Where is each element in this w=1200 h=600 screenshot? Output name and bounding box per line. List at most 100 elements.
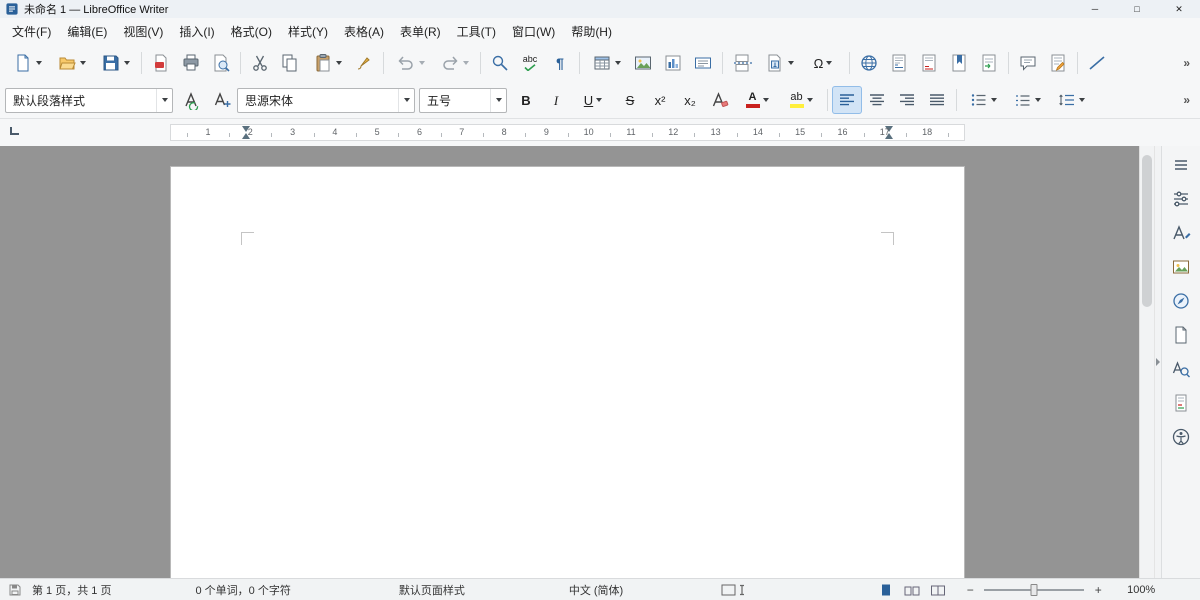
zoom-level[interactable]: 100% [1117, 584, 1155, 596]
export-pdf-button[interactable] [146, 49, 176, 77]
menu-edit[interactable]: 编辑(E) [59, 20, 115, 43]
sidebar-tab-properties[interactable] [1167, 185, 1195, 212]
minimize-button[interactable]: ─ [1074, 0, 1116, 18]
superscript-button[interactable]: x² [645, 86, 675, 114]
book-view-button[interactable] [927, 581, 949, 599]
menu-window[interactable]: 窗口(W) [504, 20, 563, 43]
sidebar-tab-accessibility-check[interactable] [1167, 423, 1195, 450]
clear-formatting-button[interactable] [705, 86, 735, 114]
align-left-button[interactable] [832, 86, 862, 114]
new-style-button[interactable] [207, 86, 237, 114]
menu-help[interactable]: 帮助(H) [563, 20, 620, 43]
menu-file[interactable]: 文件(F) [4, 20, 59, 43]
insert-text-box-button[interactable] [688, 49, 718, 77]
insert-comment-button[interactable] [1013, 49, 1043, 77]
insert-cross-reference-button[interactable] [974, 49, 1004, 77]
highlight-color-button[interactable]: ab [779, 86, 823, 114]
insert-image-button[interactable] [628, 49, 658, 77]
menu-table[interactable]: 表格(A) [336, 20, 392, 43]
bold-button[interactable]: B [511, 86, 541, 114]
italic-button[interactable]: I [541, 86, 571, 114]
menu-styles[interactable]: 样式(Y) [280, 20, 336, 43]
new-document-button[interactable] [5, 49, 49, 77]
subscript-button[interactable]: x₂ [675, 86, 705, 114]
insert-field-button[interactable] [757, 49, 801, 77]
sidebar-tab-styles[interactable] [1167, 219, 1195, 246]
copy-button[interactable] [275, 49, 305, 77]
horizontal-ruler[interactable]: 123456789101112131415161718 [170, 124, 965, 141]
sidebar-tab-manage-changes[interactable] [1167, 389, 1195, 416]
toolbar-overflow-button[interactable]: » [1183, 56, 1189, 70]
line-spacing-button[interactable] [1049, 86, 1093, 114]
maximize-button[interactable]: □ [1116, 0, 1158, 18]
insert-endnote-button[interactable] [914, 49, 944, 77]
menu-view[interactable]: 视图(V) [115, 20, 171, 43]
sidebar-tab-style-inspector[interactable] [1167, 355, 1195, 382]
document-page[interactable] [170, 166, 965, 578]
insert-footnote-button[interactable] [884, 49, 914, 77]
insert-table-button[interactable] [584, 49, 628, 77]
word-count[interactable]: 0 个单词，0 个字符 [195, 582, 290, 598]
align-right-button[interactable] [892, 86, 922, 114]
sidebar-tab-gallery[interactable] [1167, 253, 1195, 280]
cut-button[interactable] [245, 49, 275, 77]
font-name-combobox[interactable]: 思源宋体 [237, 88, 415, 113]
font-size-combobox[interactable]: 五号 [419, 88, 507, 113]
close-button[interactable]: ✕ [1158, 0, 1200, 18]
zoom-slider[interactable] [984, 589, 1084, 591]
underline-button[interactable]: U [571, 86, 615, 114]
ordered-list-button[interactable] [1005, 86, 1049, 114]
track-changes-button[interactable] [1043, 49, 1073, 77]
zoom-in-button[interactable]: + [1091, 583, 1105, 597]
insert-hyperlink-button[interactable] [854, 49, 884, 77]
formatting-marks-button[interactable]: ¶ [545, 49, 575, 77]
align-center-button[interactable] [862, 86, 892, 114]
tab-stop-selector[interactable] [10, 127, 19, 135]
single-page-view-button[interactable] [875, 581, 897, 599]
find-replace-button[interactable] [485, 49, 515, 77]
menu-tools[interactable]: 工具(T) [449, 20, 504, 43]
font-color-button[interactable]: A [735, 86, 779, 114]
selection-mode-indicator[interactable] [721, 583, 747, 597]
redo-button[interactable] [432, 49, 476, 77]
spelling-button[interactable]: abc [515, 49, 545, 77]
paragraph-style-combobox[interactable]: 默认段落样式 [5, 88, 173, 113]
paste-button[interactable] [305, 49, 349, 77]
text-language[interactable]: 中文 (简体) [569, 582, 623, 598]
sidebar-settings-button[interactable] [1167, 151, 1195, 178]
chevron-down-icon[interactable] [490, 89, 506, 112]
zoom-out-button[interactable]: − [963, 583, 977, 597]
open-button[interactable] [49, 49, 93, 77]
unordered-list-button[interactable] [961, 86, 1005, 114]
insert-bookmark-button[interactable] [944, 49, 974, 77]
sidebar-hide-handle[interactable] [1154, 146, 1161, 578]
save-button[interactable] [93, 49, 137, 77]
save-status-icon[interactable] [8, 583, 22, 597]
insert-line-button[interactable] [1082, 49, 1112, 77]
strikethrough-button[interactable]: S [615, 86, 645, 114]
menu-insert[interactable]: 插入(I) [171, 20, 222, 43]
page-style[interactable]: 默认页面样式 [399, 582, 465, 598]
menu-form[interactable]: 表单(R) [392, 20, 449, 43]
justify-button[interactable] [922, 86, 952, 114]
clone-formatting-button[interactable] [349, 49, 379, 77]
multi-page-view-button[interactable] [901, 581, 923, 599]
insert-chart-button[interactable] [658, 49, 688, 77]
toolbar-overflow-button[interactable]: » [1183, 93, 1189, 107]
vertical-scrollbar[interactable] [1139, 146, 1154, 578]
chevron-down-icon [1079, 98, 1085, 102]
print-button[interactable] [176, 49, 206, 77]
menu-format[interactable]: 格式(O) [223, 20, 280, 43]
page-info[interactable]: 第 1 页，共 1 页 [32, 582, 111, 598]
print-preview-button[interactable] [206, 49, 236, 77]
update-style-button[interactable] [177, 86, 207, 114]
chevron-down-icon[interactable] [156, 89, 172, 112]
scrollbar-thumb[interactable] [1142, 155, 1152, 307]
insert-special-character-button[interactable]: Ω [801, 49, 845, 77]
chevron-down-icon[interactable] [398, 89, 414, 112]
zoom-slider-thumb[interactable] [1031, 584, 1038, 596]
sidebar-tab-navigator[interactable] [1167, 287, 1195, 314]
insert-page-break-button[interactable] [727, 49, 757, 77]
sidebar-tab-page[interactable] [1167, 321, 1195, 348]
undo-button[interactable] [388, 49, 432, 77]
